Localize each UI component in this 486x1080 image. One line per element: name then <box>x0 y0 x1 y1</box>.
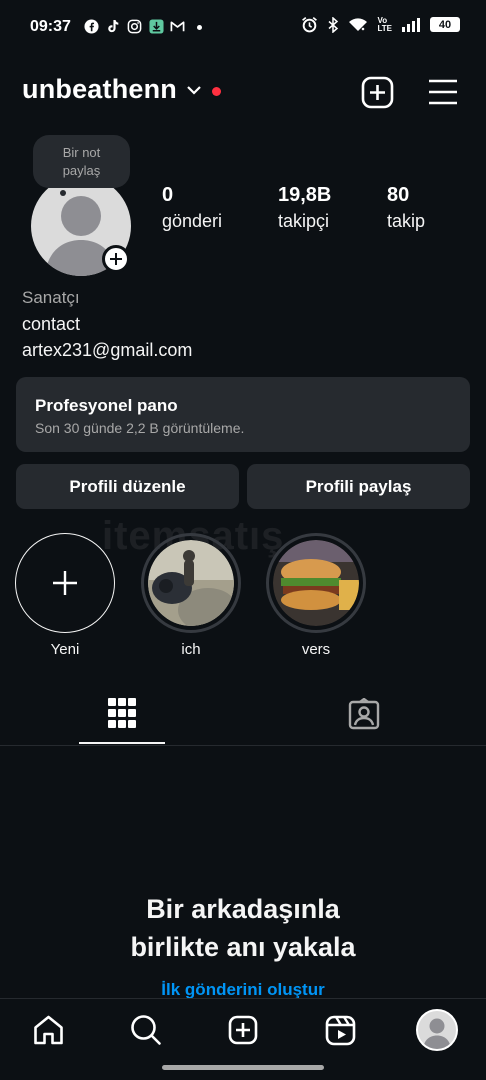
followers-stat[interactable]: 19,8B takipçi <box>278 184 331 232</box>
note-line-2: paylaş <box>62 163 101 178</box>
home-icon[interactable] <box>33 1015 64 1045</box>
chevron-down-icon[interactable] <box>186 84 202 96</box>
default-avatar-icon <box>423 1018 451 1049</box>
highlight-label: vers <box>301 641 331 658</box>
reels-icon[interactable] <box>325 1015 356 1046</box>
posts-stat[interactable]: 0 gönderi <box>162 184 222 232</box>
search-icon[interactable] <box>130 1014 162 1046</box>
bio-line-1: contact <box>22 314 81 334</box>
edit-profile-button[interactable]: Profili düzenle <box>16 464 239 509</box>
highlight-vers[interactable] <box>266 533 366 633</box>
posts-count: 0 <box>162 184 174 206</box>
highlight-label: ich <box>181 641 201 658</box>
profile-category: Sanatçı <box>22 288 80 307</box>
create-post-icon[interactable] <box>228 1015 258 1045</box>
active-tab-indicator <box>79 742 165 744</box>
status-right-icons: Vo LTE 40 <box>301 16 460 33</box>
empty-title-line-1: Bir arkadaşınla <box>146 894 340 924</box>
share-note-bubble[interactable]: Bir not paylaş <box>33 135 130 188</box>
plus-icon <box>53 571 77 595</box>
professional-dashboard-card[interactable]: Profesyonel pano Son 30 günde 2,2 B görü… <box>16 377 470 452</box>
followers-label: takipçi <box>278 211 330 231</box>
empty-title-line-2: birlikte anı yakala <box>130 932 356 962</box>
status-bar: 09:37 Vo LTE 40 <box>0 0 486 56</box>
add-story-button[interactable] <box>102 245 130 273</box>
gmail-icon <box>170 21 185 32</box>
dashboard-title: Profesyonel pano <box>35 396 178 415</box>
tab-divider <box>0 745 486 746</box>
bio-email[interactable]: artex231@gmail.com <box>22 340 192 361</box>
battery-level: 40 <box>438 18 452 31</box>
highlight-cover-image <box>148 540 234 626</box>
status-time: 09:37 <box>30 18 71 35</box>
tiktok-icon <box>108 19 119 33</box>
grid-posts-tab-icon[interactable] <box>108 698 136 728</box>
highlight-cover-image <box>273 540 359 626</box>
profile-username[interactable]: unbeathenn <box>22 74 177 105</box>
followers-count: 19,8B <box>278 184 332 206</box>
volte-icon: Vo LTE <box>377 16 392 33</box>
wifi-icon <box>349 17 368 31</box>
menu-icon[interactable] <box>428 79 458 105</box>
posts-label: gönderi <box>162 211 223 231</box>
notification-dot <box>212 87 221 96</box>
following-label: takip <box>387 211 426 231</box>
dashboard-subtitle: Son 30 günde 2,2 B görüntüleme. <box>35 420 245 436</box>
plus-icon <box>110 253 122 265</box>
note-bubble-tail <box>60 190 66 196</box>
create-first-post-link[interactable]: İlk gönderini oluştur <box>0 980 486 1000</box>
instagram-icon <box>127 19 142 34</box>
new-highlight-button[interactable] <box>15 533 115 633</box>
facebook-icon <box>84 19 99 34</box>
gesture-home-indicator[interactable] <box>162 1065 324 1070</box>
empty-state-title: Bir arkadaşınla birlikte anı yakala <box>0 890 486 966</box>
highlight-label: Yeni <box>50 641 80 658</box>
alarm-icon <box>302 16 318 33</box>
note-line-1: Bir not <box>62 145 101 160</box>
volte-bottom-text: LTE <box>377 23 392 33</box>
create-new-icon[interactable] <box>361 76 394 109</box>
profile-tab-avatar[interactable] <box>416 1009 458 1051</box>
signal-icon <box>402 17 420 32</box>
share-profile-button[interactable]: Profili paylaş <box>247 464 470 509</box>
highlight-ich[interactable] <box>141 533 241 633</box>
more-notifications-dot-icon <box>197 25 202 30</box>
download-icon <box>149 19 164 34</box>
following-count: 80 <box>387 184 410 206</box>
bluetooth-icon <box>328 16 339 33</box>
following-stat[interactable]: 80 takip <box>387 184 425 232</box>
tagged-posts-tab-icon[interactable] <box>348 698 380 730</box>
battery-icon: 40 <box>430 17 460 32</box>
